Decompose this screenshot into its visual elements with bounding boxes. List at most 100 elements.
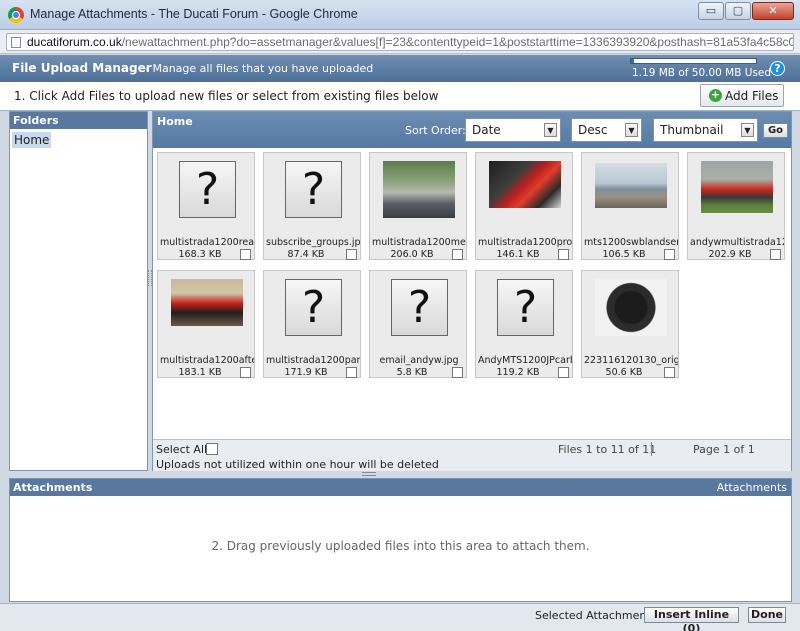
folders-panel: Folders Home bbox=[9, 111, 148, 471]
file-name: mts1200swblandsendr bbox=[584, 237, 678, 248]
attachments-header: Attachments Attachments bbox=[10, 479, 791, 496]
done-button[interactable]: Done bbox=[748, 607, 786, 623]
address-bar: ducatiforum.co.uk/newattachment.php?do=a… bbox=[0, 30, 800, 54]
file-name: multistrada1200protap bbox=[478, 237, 572, 248]
attachments-title-right: Attachments bbox=[716, 481, 787, 494]
sort-field-select[interactable]: Date ▼ bbox=[465, 118, 561, 142]
attachments-panel[interactable]: Attachments Attachments 2. Drag previous… bbox=[9, 478, 792, 602]
file-select-checkbox[interactable] bbox=[240, 249, 251, 260]
window-title: Manage Attachments - The Ducati Forum - … bbox=[30, 7, 358, 21]
thumbnail-image bbox=[701, 161, 773, 213]
file-name: 223116120130_orig.jp bbox=[584, 355, 678, 366]
file-size: 119.2 KB bbox=[496, 367, 540, 378]
instructions-row: 1. Click Add Files to upload new files o… bbox=[0, 82, 800, 111]
file-select-checkbox[interactable] bbox=[240, 367, 251, 378]
help-icon[interactable]: ? bbox=[770, 61, 785, 76]
manager-subtitle: - Manage all files that you have uploade… bbox=[145, 62, 374, 75]
sort-direction-value: Desc bbox=[578, 123, 608, 137]
question-mark-icon: ? bbox=[301, 282, 326, 333]
window-titlebar: Manage Attachments - The Ducati Forum - … bbox=[0, 0, 800, 30]
chevron-down-icon: ▼ bbox=[544, 123, 557, 137]
add-files-button[interactable]: + Add Files bbox=[700, 84, 784, 107]
upload-manager-header: File Upload Manager - Manage all files t… bbox=[0, 55, 800, 82]
placeholder-image-icon: ? bbox=[285, 279, 342, 336]
file-name: multistrada1200meetP bbox=[372, 237, 466, 248]
url-host: ducatiforum.co.uk bbox=[27, 35, 122, 49]
question-mark-icon: ? bbox=[195, 164, 220, 215]
file-select-checkbox[interactable] bbox=[346, 249, 357, 260]
file-size: 106.5 KB bbox=[602, 249, 646, 260]
file-name: multistrada1200rearfu: bbox=[160, 237, 254, 248]
file-select-checkbox[interactable] bbox=[452, 367, 463, 378]
page-icon bbox=[11, 37, 21, 48]
question-mark-icon: ? bbox=[301, 164, 326, 215]
view-mode-value: Thumbnail bbox=[660, 123, 724, 137]
page-indicator: Page 1 of 1 bbox=[693, 443, 755, 456]
select-all-checkbox[interactable] bbox=[206, 443, 218, 455]
uploads-note: Uploads not utilized within one hour wil… bbox=[156, 458, 439, 471]
folders-title: Folders bbox=[10, 112, 147, 129]
usage-text: 1.19 MB of 50.00 MB Used bbox=[632, 67, 772, 79]
thumbnail-image bbox=[595, 163, 667, 208]
file-tile[interactable]: ? multistrada1200rearfu:168.3 KB bbox=[157, 152, 255, 260]
placeholder-image-icon: ? bbox=[391, 279, 448, 336]
attachments-title: Attachments bbox=[13, 481, 93, 494]
file-tile[interactable]: ? multistrada1200pannie171.9 KB bbox=[263, 270, 361, 378]
file-name: AndyMTS1200JPcarb bbox=[478, 355, 572, 366]
sort-direction-select[interactable]: Desc ▼ bbox=[571, 118, 642, 142]
add-files-label: Add Files bbox=[725, 88, 779, 103]
go-button[interactable]: Go bbox=[763, 123, 788, 138]
thumbnail-image bbox=[383, 161, 455, 218]
view-mode-select[interactable]: Thumbnail ▼ bbox=[653, 118, 758, 142]
file-tile[interactable]: multistrada1200protap146.1 KB bbox=[475, 152, 573, 260]
placeholder-image-icon: ? bbox=[497, 279, 554, 336]
chevron-down-icon: ▼ bbox=[625, 123, 638, 137]
step1-text: 1. Click Add Files to upload new files o… bbox=[14, 89, 439, 103]
files-panel: Home Sort Order: Date ▼ Desc ▼ Thumbnail… bbox=[152, 111, 792, 471]
thumbnail-image bbox=[489, 161, 561, 208]
file-tile[interactable]: mts1200swblandsendr106.5 KB bbox=[581, 152, 679, 260]
files-toolbar: Home Sort Order: Date ▼ Desc ▼ Thumbnail… bbox=[153, 112, 791, 148]
file-select-checkbox[interactable] bbox=[664, 367, 675, 378]
placeholder-image-icon: ? bbox=[179, 161, 236, 218]
file-tile[interactable]: ? AndyMTS1200JPcarb 119.2 KB bbox=[475, 270, 573, 378]
file-name: subscribe_groups.jpg bbox=[266, 237, 360, 248]
insert-inline-button[interactable]: Insert Inline (0) bbox=[644, 607, 739, 631]
file-select-checkbox[interactable] bbox=[346, 367, 357, 378]
url-field[interactable]: ducatiforum.co.uk/newattachment.php?do=a… bbox=[6, 33, 794, 51]
drag-instructions: 2. Drag previously uploaded files into t… bbox=[211, 539, 590, 553]
file-select-checkbox[interactable] bbox=[770, 249, 781, 260]
file-tile[interactable]: ? subscribe_groups.jpg 87.4 KB bbox=[263, 152, 361, 260]
files-footer: Select All Files 1 to 11 of 11 Page 1 of… bbox=[153, 439, 791, 471]
minimize-button[interactable]: ▭ bbox=[698, 2, 724, 20]
sort-order-label: Sort Order: bbox=[405, 124, 466, 137]
question-mark-icon: ? bbox=[407, 282, 432, 333]
file-size: 5.8 KB bbox=[396, 367, 428, 378]
file-tile[interactable]: 223116120130_orig.jp50.6 KB bbox=[581, 270, 679, 378]
file-size: 206.0 KB bbox=[390, 249, 434, 260]
file-size: 168.3 KB bbox=[178, 249, 222, 260]
file-tile[interactable]: andywmultistrada1200202.9 KB bbox=[687, 152, 785, 260]
file-select-checkbox[interactable] bbox=[452, 249, 463, 260]
file-select-checkbox[interactable] bbox=[664, 249, 675, 260]
file-size: 146.1 KB bbox=[496, 249, 540, 260]
maximize-button[interactable]: ▢ bbox=[725, 2, 751, 20]
plus-icon: + bbox=[709, 88, 722, 102]
select-all-label: Select All bbox=[156, 443, 208, 456]
url-path: /newattachment.php?do=assetmanager&value… bbox=[121, 35, 794, 49]
file-name: andywmultistrada1200 bbox=[690, 237, 784, 248]
file-select-checkbox[interactable] bbox=[558, 249, 569, 260]
folder-item-home[interactable]: Home bbox=[12, 132, 52, 148]
file-size: 171.9 KB bbox=[284, 367, 328, 378]
file-tile[interactable]: multistrada1200meetP206.0 KB bbox=[369, 152, 467, 260]
chevron-down-icon: ▼ bbox=[741, 123, 754, 137]
chrome-logo-icon bbox=[8, 7, 24, 23]
files-count: Files 1 to 11 of 11 bbox=[558, 443, 657, 456]
file-tile[interactable]: multistrada1200after01183.1 KB bbox=[157, 270, 255, 378]
close-button[interactable]: ✕ bbox=[752, 2, 794, 20]
file-select-checkbox[interactable] bbox=[558, 367, 569, 378]
file-tile[interactable]: ? email_andyw.jpg 5.8 KB bbox=[369, 270, 467, 378]
horizontal-splitter[interactable] bbox=[362, 472, 376, 476]
bottom-bar: Selected Attachments: Insert Inline (0) … bbox=[0, 603, 800, 631]
sort-field-value: Date bbox=[472, 123, 501, 137]
